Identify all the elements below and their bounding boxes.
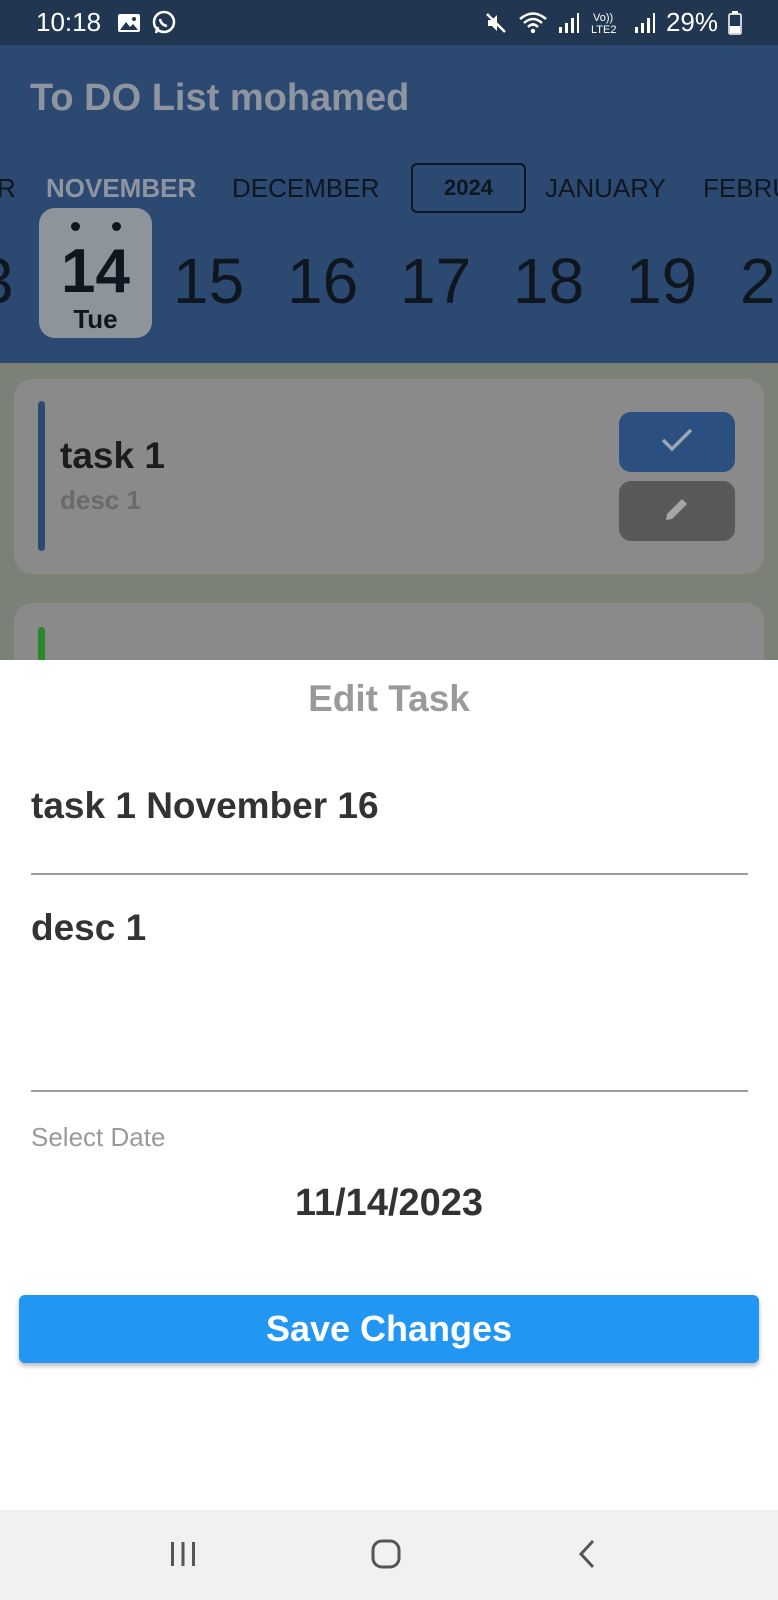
battery-percent: 29% xyxy=(665,7,718,37)
pencil-icon xyxy=(662,494,692,529)
day-item[interactable]: 15 xyxy=(173,244,244,318)
mark-done-button[interactable] xyxy=(619,412,735,472)
image-icon xyxy=(117,12,141,34)
volte-bottom-text: LTE2 xyxy=(591,24,616,36)
volte-icon: Vo)) LTE2 xyxy=(590,10,624,36)
back-button[interactable] xyxy=(558,1534,618,1578)
task-desc: desc 1 xyxy=(60,485,141,515)
task-title: task 1 xyxy=(60,435,165,476)
event-dot xyxy=(70,222,80,231)
check-icon xyxy=(659,426,695,459)
status-bar: 10:18 Vo)) LTE2 29% xyxy=(0,0,778,45)
save-changes-button[interactable]: Save Changes xyxy=(19,1295,759,1363)
task-card[interactable]: task 1 desc 1 xyxy=(14,379,764,574)
day-item[interactable]: 18 xyxy=(513,244,584,318)
home-button[interactable] xyxy=(356,1534,416,1578)
day-item[interactable]: 17 xyxy=(400,244,471,318)
select-date-label: Select Date xyxy=(31,1122,166,1152)
year-selector[interactable]: 2024 xyxy=(411,163,526,213)
edit-task-sheet: Edit Task task 1 November 16 desc 1 Sele… xyxy=(0,660,778,1510)
sheet-title: Edit Task xyxy=(308,678,470,719)
task-desc-value: desc 1 xyxy=(31,907,147,948)
volte-top-text: Vo)) xyxy=(593,12,613,24)
app-title: To DO List mohamed xyxy=(30,77,410,119)
status-time: 10:18 xyxy=(36,7,102,37)
whatsapp-icon xyxy=(151,10,177,36)
event-dots xyxy=(39,222,152,231)
signal-icon-2 xyxy=(634,12,656,34)
day-item[interactable]: 16 xyxy=(287,244,358,318)
month-item[interactable]: FEBRU xyxy=(703,163,778,213)
edit-task-button[interactable] xyxy=(619,481,735,541)
task-accent-bar xyxy=(38,401,45,551)
mute-icon xyxy=(484,11,508,35)
month-item[interactable]: R xyxy=(0,163,16,213)
app-header: To DO List mohamed R NOVEMBER DECEMBER 2… xyxy=(0,45,778,363)
recents-button[interactable] xyxy=(153,1534,213,1578)
wifi-icon xyxy=(518,11,548,35)
back-icon xyxy=(573,1537,603,1576)
recents-icon xyxy=(166,1539,200,1574)
day-item-selected[interactable]: 14 Tue xyxy=(39,208,152,338)
task-list: task 1 desc 1 xyxy=(0,363,778,660)
month-item[interactable]: DECEMBER xyxy=(232,163,379,213)
selected-day-weekday: Tue xyxy=(73,304,118,334)
task-title-field[interactable]: task 1 November 16 xyxy=(31,770,748,875)
day-selector: 3 14 Tue 15 16 17 18 19 2 xyxy=(0,208,778,348)
event-dot xyxy=(111,222,121,231)
selected-day-number: 14 xyxy=(61,237,130,306)
date-picker-value[interactable]: 11/14/2023 xyxy=(0,1182,778,1225)
status-right-icons: Vo)) LTE2 29% xyxy=(484,7,742,38)
task-card[interactable] xyxy=(14,603,764,660)
navigation-bar xyxy=(0,1510,778,1600)
task-title-value: task 1 November 16 xyxy=(31,785,379,826)
task-desc-field[interactable]: desc 1 xyxy=(31,892,748,1092)
month-item[interactable]: JANUARY xyxy=(545,163,666,213)
month-selector: R NOVEMBER DECEMBER 2024 JANUARY FEBRU xyxy=(0,163,778,213)
battery-icon xyxy=(728,10,742,35)
task-accent-bar xyxy=(38,627,45,660)
home-icon xyxy=(369,1537,403,1576)
day-item[interactable]: 3 xyxy=(0,244,14,318)
day-item[interactable]: 19 xyxy=(626,244,697,318)
status-left-icons xyxy=(117,10,177,36)
signal-icon xyxy=(558,12,580,34)
month-item-active[interactable]: NOVEMBER xyxy=(46,163,196,213)
day-item[interactable]: 2 xyxy=(740,244,776,318)
